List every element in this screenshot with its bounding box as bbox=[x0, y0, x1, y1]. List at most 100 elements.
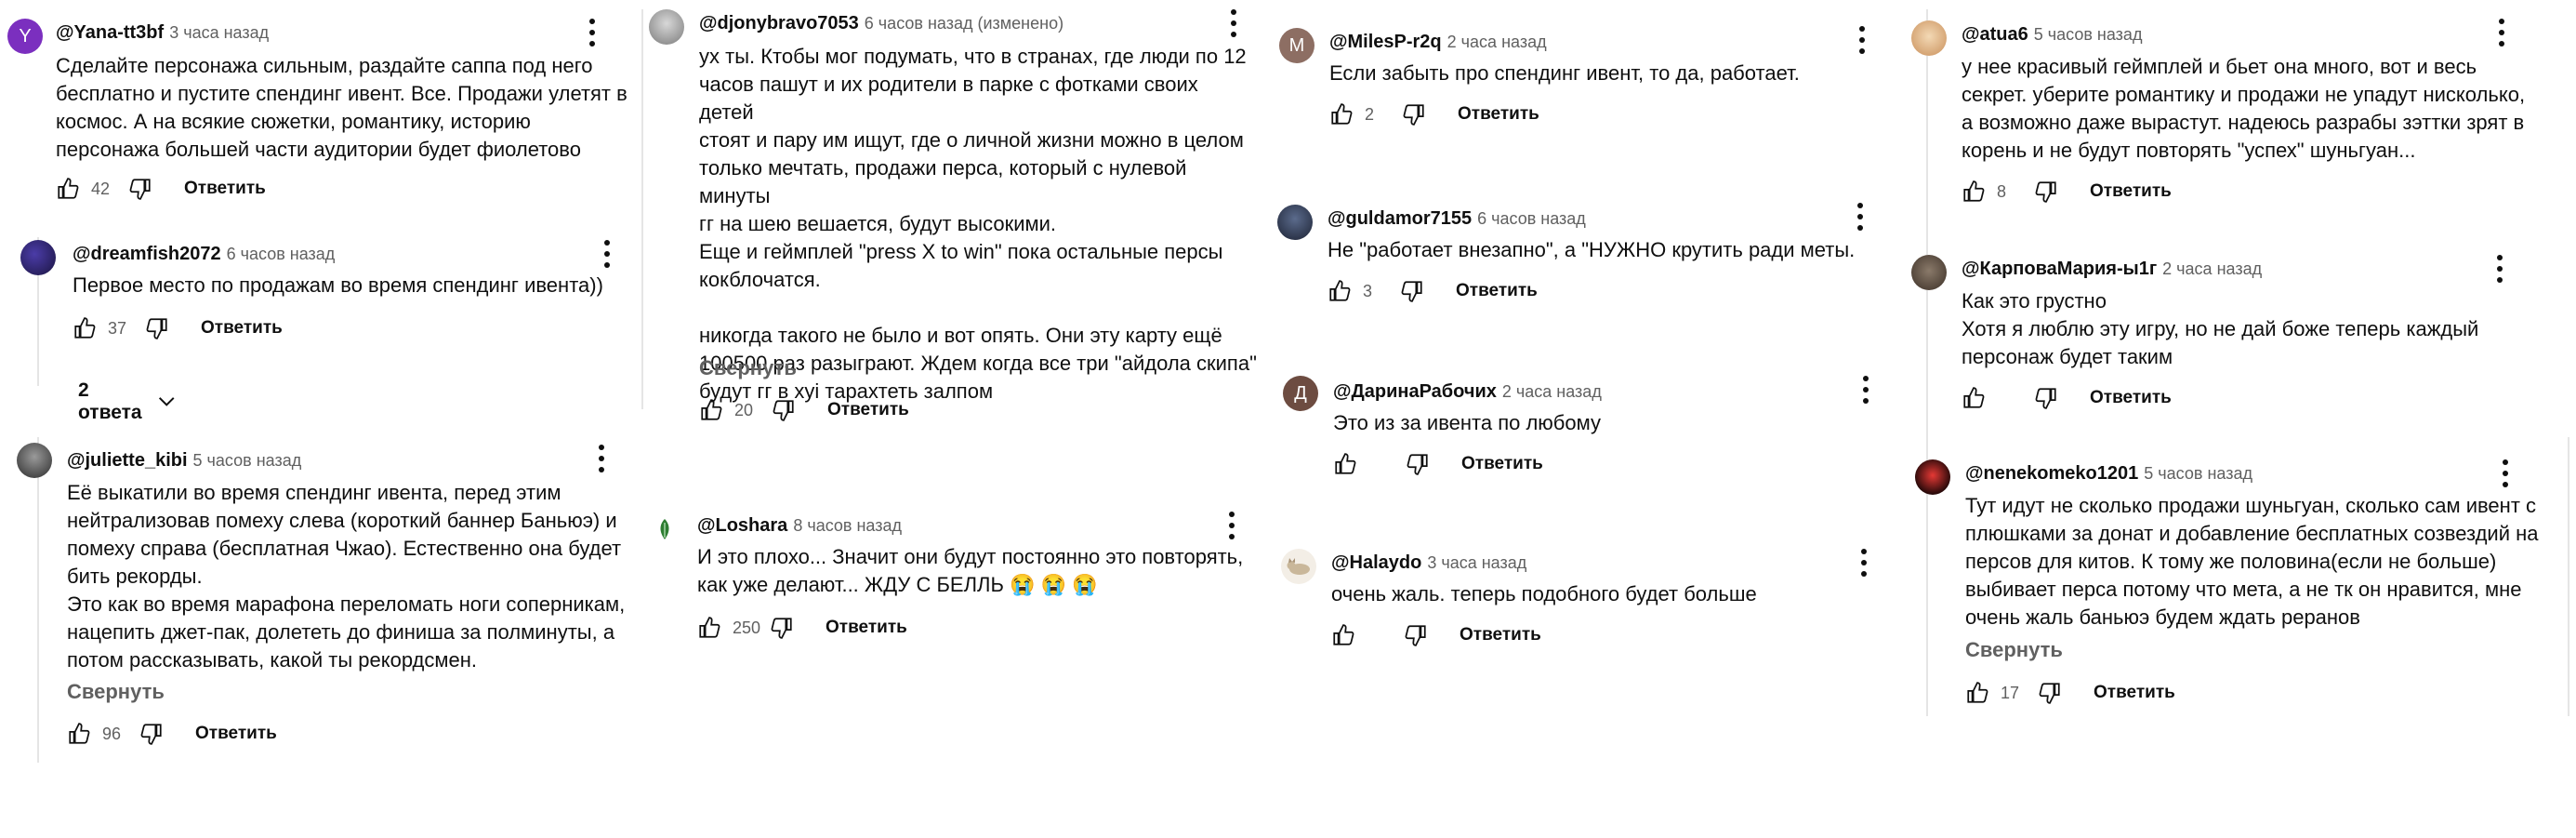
comment-author[interactable]: @MilesP-r2q bbox=[1329, 32, 1442, 52]
reply-button[interactable]: Ответить bbox=[826, 618, 907, 638]
comment-timestamp[interactable]: 3 часа назад bbox=[1427, 553, 1526, 572]
like-icon[interactable] bbox=[699, 398, 723, 422]
leaf-icon bbox=[660, 519, 669, 539]
more-actions-icon[interactable] bbox=[1227, 512, 1236, 539]
avatar[interactable] bbox=[1911, 20, 1947, 56]
avatar[interactable] bbox=[1281, 549, 1316, 584]
comment-text: Тут идут не сколько продажи шуньгуан, ск… bbox=[1965, 494, 2539, 629]
collapse-button[interactable]: Свернуть bbox=[699, 356, 797, 380]
reply-button[interactable]: Ответить bbox=[1456, 281, 1538, 301]
comment-author[interactable]: @nenekomeko1201 bbox=[1965, 463, 2138, 484]
reply-button[interactable]: Ответить bbox=[1461, 454, 1543, 474]
comment-timestamp[interactable]: 8 часов назад bbox=[793, 516, 902, 535]
comment-author[interactable]: @djonybravo7053 bbox=[699, 13, 859, 33]
avatar[interactable] bbox=[647, 512, 682, 547]
like-icon[interactable] bbox=[67, 722, 91, 746]
avatar[interactable]: M bbox=[1279, 28, 1314, 63]
dislike-icon[interactable] bbox=[2034, 386, 2058, 410]
comment-header: @Halaydo 3 часа назад bbox=[1331, 551, 1526, 575]
dislike-icon[interactable] bbox=[1400, 279, 1424, 303]
more-actions-icon[interactable] bbox=[2497, 19, 2506, 47]
more-actions-icon[interactable] bbox=[2501, 459, 2510, 487]
dislike-icon[interactable] bbox=[1406, 452, 1430, 476]
collapse-button[interactable]: Свернуть bbox=[1965, 638, 2063, 662]
like-icon[interactable] bbox=[1962, 180, 1986, 204]
comment-author[interactable]: @ДаринаРабочих bbox=[1333, 381, 1497, 402]
comment-timestamp[interactable]: 3 часа назад bbox=[169, 23, 269, 42]
comment-timestamp[interactable]: 2 часа назад bbox=[1447, 33, 1547, 51]
avatar[interactable] bbox=[1277, 205, 1313, 240]
comment-actions: 8 Ответить bbox=[1962, 180, 2172, 204]
more-actions-icon[interactable] bbox=[1856, 203, 1865, 231]
dislike-icon[interactable] bbox=[770, 616, 794, 640]
reply-button[interactable]: Ответить bbox=[201, 318, 283, 339]
avatar-letter: Y bbox=[19, 25, 32, 47]
more-actions-icon[interactable] bbox=[2495, 255, 2504, 283]
comment-author[interactable]: @atua6 bbox=[1962, 24, 2028, 45]
like-count: 96 bbox=[102, 724, 122, 743]
reply-button[interactable]: Ответить bbox=[184, 179, 266, 199]
comment-author[interactable]: @dreamfish2072 bbox=[73, 244, 221, 264]
comment-author[interactable]: @КарповаМария-ы1г bbox=[1962, 259, 2157, 279]
comment-author[interactable]: @guldamor7155 bbox=[1328, 208, 1472, 229]
avatar[interactable] bbox=[649, 9, 684, 45]
thread-line bbox=[1926, 9, 1928, 716]
comment-author[interactable]: @juliette_kibi bbox=[67, 450, 188, 471]
like-icon[interactable] bbox=[1962, 386, 1986, 410]
comment-timestamp[interactable]: 5 часов назад bbox=[2144, 464, 2252, 483]
avatar[interactable]: Д bbox=[1283, 376, 1318, 411]
dislike-icon[interactable] bbox=[2034, 180, 2058, 204]
comment-author[interactable]: @Halaydo bbox=[1331, 552, 1421, 573]
dislike-icon[interactable] bbox=[2038, 681, 2062, 705]
reply-button[interactable]: Ответить bbox=[195, 724, 277, 744]
more-actions-icon[interactable] bbox=[1857, 26, 1867, 54]
dislike-icon[interactable] bbox=[128, 177, 152, 201]
dislike-icon[interactable] bbox=[772, 398, 796, 422]
reply-button[interactable]: Ответить bbox=[2090, 388, 2172, 408]
like-icon[interactable] bbox=[73, 316, 97, 340]
reply-button[interactable]: Ответить bbox=[827, 400, 909, 420]
comment-timestamp[interactable]: 6 часов назад (изменено) bbox=[865, 14, 1063, 33]
reply-button[interactable]: Ответить bbox=[2090, 181, 2172, 202]
comment-text: Её выкатили во время спендинг ивента, пе… bbox=[67, 481, 626, 672]
comment-timestamp[interactable]: 5 часов назад bbox=[193, 451, 302, 470]
comment-author[interactable]: @Loshara bbox=[697, 515, 787, 536]
like-icon[interactable] bbox=[1965, 681, 1989, 705]
more-actions-icon[interactable] bbox=[1859, 549, 1869, 577]
comment-header: @djonybravo7053 6 часов назад (изменено) bbox=[699, 11, 1063, 35]
dislike-icon[interactable] bbox=[139, 722, 164, 746]
more-actions-icon[interactable] bbox=[588, 19, 597, 47]
comment-timestamp[interactable]: 6 часов назад bbox=[1477, 209, 1586, 228]
dislike-icon[interactable] bbox=[145, 316, 169, 340]
comment-actions: 37 Ответить bbox=[73, 316, 283, 340]
more-actions-icon[interactable] bbox=[597, 445, 606, 472]
reply-button[interactable]: Ответить bbox=[2094, 683, 2175, 703]
avatar[interactable] bbox=[17, 443, 52, 478]
like-icon[interactable] bbox=[1333, 452, 1357, 476]
comment-text: у нее красивый геймплей и бьет она много… bbox=[1962, 55, 2526, 162]
comment-timestamp[interactable]: 2 часа назад bbox=[1502, 382, 1602, 401]
more-actions-icon[interactable] bbox=[1861, 376, 1870, 404]
comment-actions: 2 Ответить bbox=[1329, 102, 1539, 126]
comment-timestamp[interactable]: 2 часа назад bbox=[2162, 259, 2262, 278]
reply-button[interactable]: Ответить bbox=[1458, 104, 1539, 125]
like-icon[interactable] bbox=[697, 616, 721, 640]
collapse-button[interactable]: Свернуть bbox=[67, 680, 165, 704]
comment-author[interactable]: @Yana-tt3bf bbox=[56, 22, 164, 43]
like-icon[interactable] bbox=[1329, 102, 1354, 126]
like-icon[interactable] bbox=[1328, 279, 1352, 303]
avatar[interactable]: Y bbox=[7, 19, 43, 54]
like-icon[interactable] bbox=[56, 177, 80, 201]
avatar[interactable] bbox=[20, 240, 56, 275]
avatar[interactable] bbox=[1915, 459, 1950, 495]
reply-button[interactable]: Ответить bbox=[1460, 625, 1541, 645]
dislike-icon[interactable] bbox=[1404, 623, 1428, 647]
comment-timestamp[interactable]: 6 часов назад bbox=[227, 245, 336, 263]
show-replies-button[interactable]: 2 ответа bbox=[78, 379, 176, 424]
comment-timestamp[interactable]: 5 часов назад bbox=[2034, 25, 2143, 44]
more-actions-icon[interactable] bbox=[602, 240, 612, 268]
more-actions-icon[interactable] bbox=[1229, 9, 1238, 37]
avatar[interactable] bbox=[1911, 255, 1947, 290]
like-icon[interactable] bbox=[1331, 623, 1355, 647]
dislike-icon[interactable] bbox=[1402, 102, 1426, 126]
